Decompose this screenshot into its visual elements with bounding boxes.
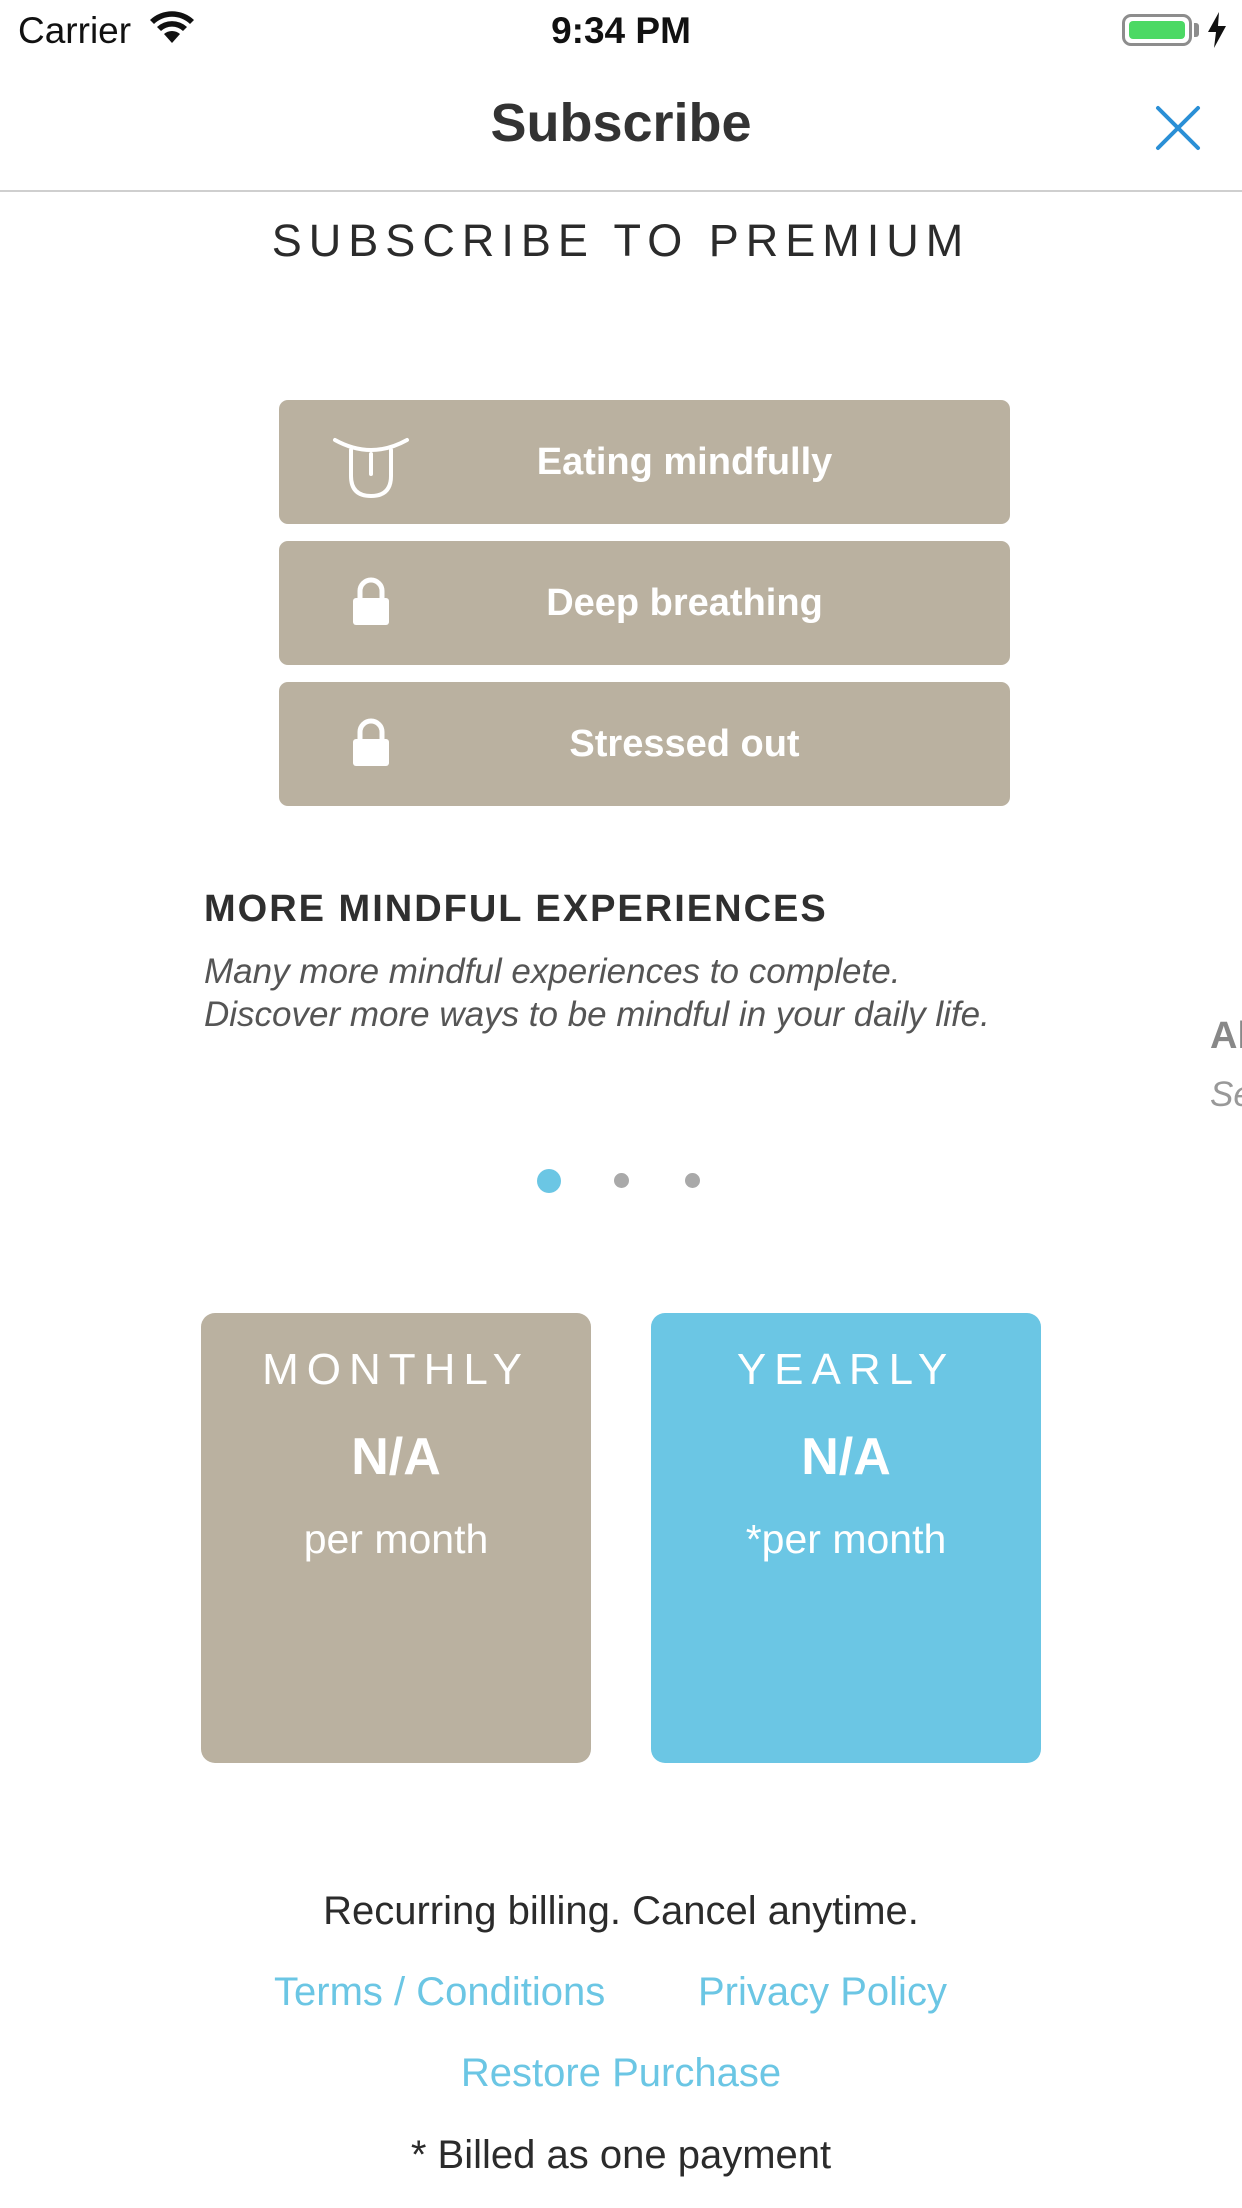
battery-nub: [1194, 23, 1199, 37]
plan-period: *per month: [745, 1516, 947, 1562]
monthly-plan-card[interactable]: MONTHLY N/A per month: [201, 1313, 591, 1763]
page-dot-3[interactable]: [685, 1173, 700, 1188]
feature-description: Many more mindful experiences to complet…: [204, 952, 990, 1034]
exercise-deep-breathing[interactable]: Deep breathing: [279, 541, 1010, 665]
plan-name: MONTHLY: [262, 1345, 530, 1394]
battery-full-icon: [1122, 14, 1192, 46]
yearly-plan-card[interactable]: YEARLY N/A *per month: [651, 1313, 1041, 1763]
page-dot-1-active[interactable]: [537, 1169, 561, 1193]
billing-footnote: * Billed as one payment: [410, 2133, 832, 2177]
exercise-stressed-out[interactable]: Stressed out: [279, 682, 1010, 806]
plan-price: N/A: [351, 1428, 441, 1486]
nav-title: Subscribe: [490, 93, 752, 153]
next-feature-description-peek: Se: [1210, 1075, 1242, 1114]
status-time: 9:34 PM: [551, 10, 691, 51]
exercise-label: Deep breathing: [546, 582, 823, 624]
feature-title: MORE MINDFUL EXPERIENCES: [204, 888, 828, 930]
nav-divider: [0, 190, 1242, 192]
close-icon[interactable]: [1148, 98, 1208, 158]
exercise-eating-mindfully[interactable]: Eating mindfully: [279, 400, 1010, 524]
plan-period: per month: [303, 1516, 489, 1562]
restore-purchase-link[interactable]: Restore Purchase: [0, 2051, 1242, 2096]
next-feature-title-peek: Al: [1210, 1015, 1242, 1057]
privacy-policy-link[interactable]: Privacy Policy: [698, 1970, 947, 2015]
plan-price: N/A: [801, 1428, 891, 1486]
charging-bolt-icon: [1208, 12, 1226, 48]
plan-name: YEARLY: [736, 1345, 956, 1394]
page-heading: SUBSCRIBE TO PREMIUM: [271, 215, 971, 266]
page-dot-2[interactable]: [614, 1173, 629, 1188]
terms-link[interactable]: Terms / Conditions: [274, 1970, 605, 2015]
exercise-label: Eating mindfully: [536, 441, 833, 483]
status-bar: Carrier 9:34 PM: [0, 0, 1242, 60]
exercise-label: Stressed out: [569, 723, 800, 765]
billing-note: Recurring billing. Cancel anytime.: [323, 1889, 919, 1933]
